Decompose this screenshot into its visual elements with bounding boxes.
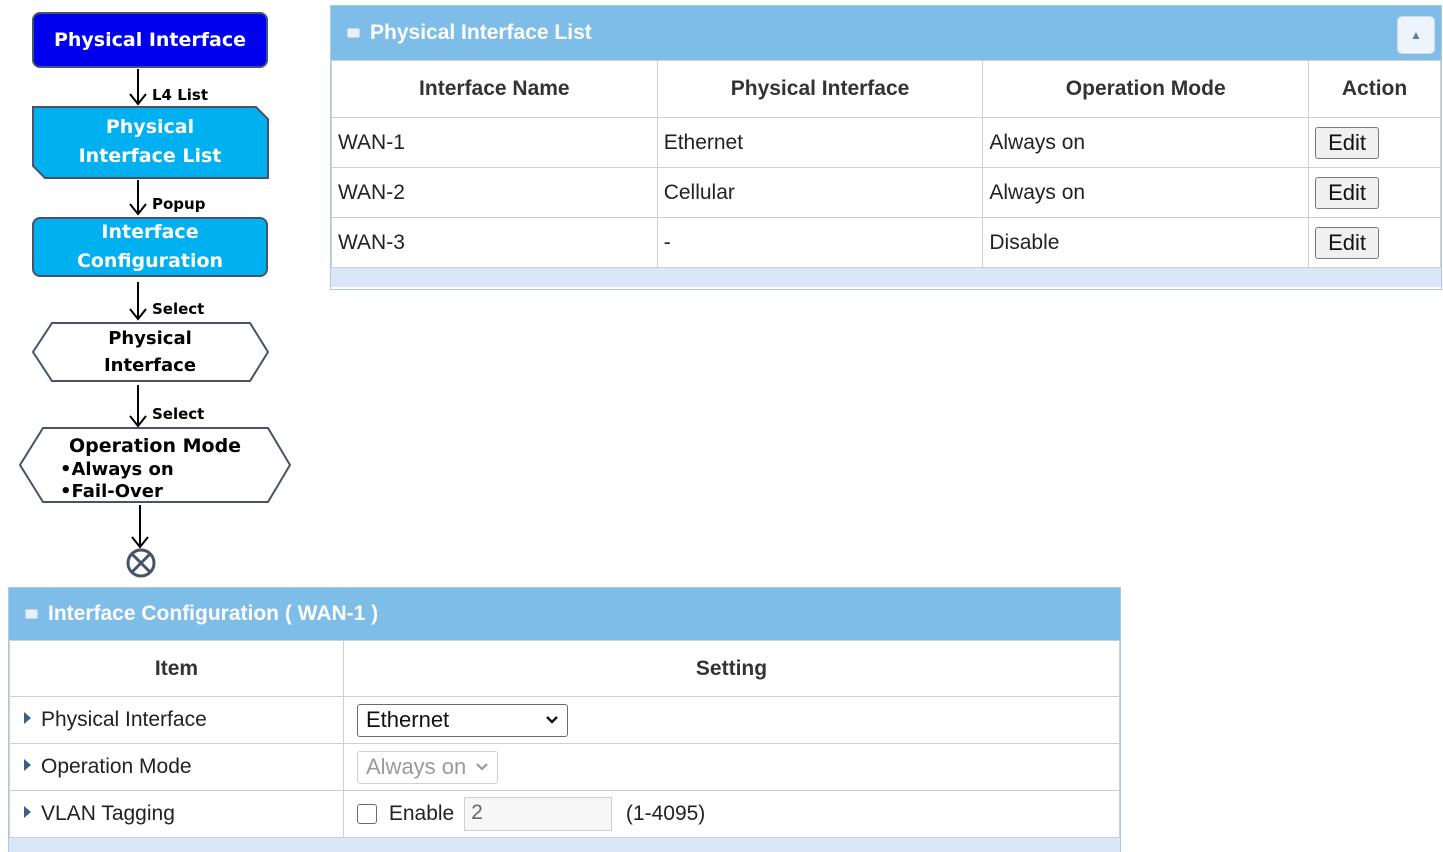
vlan-enable-checkbox[interactable] <box>357 804 377 824</box>
flow-step-interface-list: Physical Interface List <box>78 116 222 167</box>
table-row: WAN-1 Ethernet Always on Edit <box>331 117 1441 168</box>
interface-list-title: Physical Interface List <box>370 21 592 44</box>
cell-action: Edit <box>1308 117 1441 168</box>
cell-mode: Always on <box>982 167 1310 218</box>
cell-action: Edit <box>1308 217 1441 268</box>
flow-step-interface-config: Interface Configuration <box>76 221 224 272</box>
config-row-physical: Physical Interface Ethernet <box>9 696 1120 744</box>
flowchart: Physical Interface L4 List Physical Inte… <box>0 0 300 585</box>
item-vlan-tagging: VLAN Tagging <box>9 790 344 838</box>
flow-step-operation-mode: Operation Mode •Always on •Fail-Over <box>60 435 242 502</box>
chevron-down-icon <box>545 712 559 728</box>
edit-button[interactable]: Edit <box>1315 176 1379 209</box>
config-header-row: Item Setting <box>9 640 1120 697</box>
col-operation-mode: Operation Mode <box>982 60 1310 118</box>
edit-button[interactable]: Edit <box>1315 126 1379 159</box>
physical-interface-select[interactable]: Ethernet <box>357 703 568 737</box>
setting-physical-interface: Ethernet <box>343 696 1120 744</box>
config-row-mode: Operation Mode Always on <box>9 743 1120 791</box>
flow-step-select-physical: Physical Interface <box>103 328 197 376</box>
setting-vlan-tagging: Enable 2 (1-4095) <box>343 790 1120 838</box>
interface-config-panel: Interface Configuration ( WAN-1 ) Item S… <box>8 587 1121 852</box>
cell-name: WAN-3 <box>331 217 658 268</box>
caret-right-icon <box>24 759 31 772</box>
interface-config-table: Item Setting Physical Interface Ethernet… <box>9 640 1120 838</box>
cell-mode: Disable <box>982 217 1310 268</box>
cell-name: WAN-1 <box>331 117 658 168</box>
setting-operation-mode: Always on <box>343 743 1120 791</box>
cell-action: Edit <box>1308 167 1441 218</box>
flow-label-l4-list: L4 List <box>152 86 209 104</box>
interface-list-table: Interface Name Physical Interface Operat… <box>331 60 1441 268</box>
col-physical-interface: Physical Interface <box>656 60 984 118</box>
edit-button[interactable]: Edit <box>1315 226 1379 259</box>
item-operation-mode: Operation Mode <box>9 743 344 791</box>
item-physical-interface: Physical Interface <box>9 696 344 744</box>
flow-label-popup: Popup <box>152 195 206 213</box>
interface-list-footer <box>331 268 1441 287</box>
flow-step-physical-interface: Physical Interface <box>53 29 247 51</box>
table-header-row: Interface Name Physical Interface Operat… <box>331 60 1441 118</box>
cell-name: WAN-2 <box>331 167 658 218</box>
caret-right-icon <box>24 712 31 725</box>
vlan-enable-label: Enable <box>388 802 455 825</box>
vlan-id-input[interactable]: 2 <box>464 797 613 831</box>
chevron-down-icon <box>475 759 489 775</box>
config-row-vlan: VLAN Tagging Enable 2 (1-4095) <box>9 790 1120 838</box>
caret-right-icon <box>24 806 31 819</box>
vlan-range-hint: (1-4095) <box>625 802 706 825</box>
operation-mode-select[interactable]: Always on <box>357 750 498 784</box>
col-item: Item <box>9 640 344 697</box>
cell-physical: - <box>656 217 984 268</box>
flow-label-select-2: Select <box>152 405 205 423</box>
table-row: WAN-2 Cellular Always on Edit <box>331 167 1441 218</box>
interface-list-panel: Physical Interface List ▲ Interface Name… <box>330 5 1442 290</box>
interface-config-title: Interface Configuration ( WAN-1 ) <box>48 602 379 625</box>
col-action: Action <box>1308 60 1441 118</box>
caret-up-icon[interactable]: ▲ <box>1397 16 1435 54</box>
flow-label-select-1: Select <box>152 300 205 318</box>
col-interface-name: Interface Name <box>331 60 658 118</box>
cell-physical: Cellular <box>656 167 984 218</box>
interface-list-header: Physical Interface List ▲ <box>331 6 1441 60</box>
col-setting: Setting <box>343 640 1120 697</box>
bullet-icon <box>25 609 38 619</box>
interface-config-header: Interface Configuration ( WAN-1 ) <box>9 588 1120 640</box>
bullet-icon <box>347 28 360 38</box>
table-row: WAN-3 - Disable Edit <box>331 217 1441 268</box>
flow-end-icon <box>126 548 156 578</box>
cell-mode: Always on <box>982 117 1310 168</box>
cell-physical: Ethernet <box>656 117 984 168</box>
